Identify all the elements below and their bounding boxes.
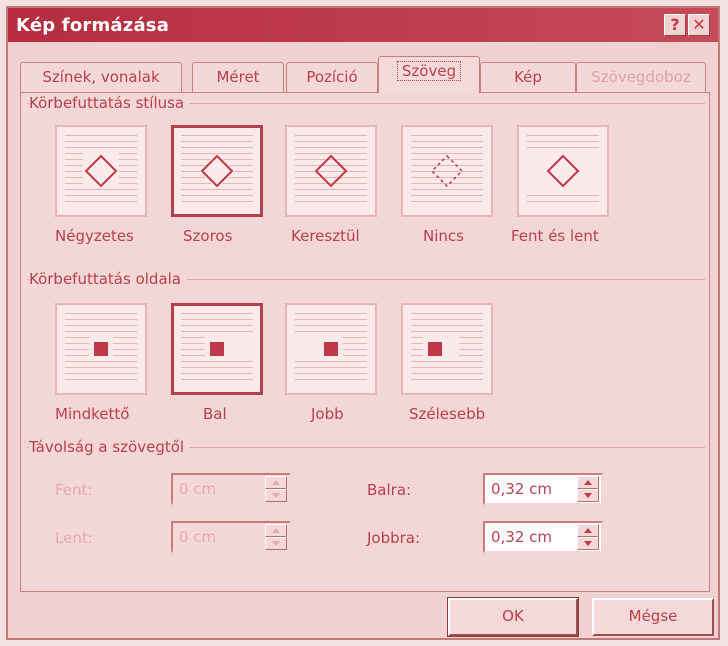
title-bar: Kép formázása ? ✕ (8, 8, 718, 42)
tab-size[interactable]: Méret (192, 62, 284, 92)
wrap-tight-icon (199, 153, 235, 189)
distance-right-value[interactable]: 0,32 cm (491, 528, 552, 546)
wrap-top-bottom-icon (527, 151, 599, 191)
ok-button[interactable]: OK (447, 597, 579, 637)
distance-top-value: 0 cm (179, 480, 217, 498)
close-button[interactable]: ✕ (688, 14, 710, 36)
distance-left-label: Balra: (367, 481, 412, 499)
distance-left-spinner[interactable]: 0,32 cm (483, 473, 603, 505)
wrap-right-icon (295, 337, 343, 361)
distance-right-down-arrow-icon[interactable] (577, 537, 599, 550)
format-picture-dialog: Kép formázása ? ✕ Színek, vonalak Méret … (6, 6, 720, 640)
tab-colors-lines[interactable]: Színek, vonalak (20, 62, 182, 92)
distance-right-up-arrow-icon[interactable] (577, 524, 599, 537)
distance-bottom-label: Lent: (55, 529, 93, 547)
wrap-style-square[interactable] (55, 125, 147, 217)
tab-text-wrapping[interactable]: Szöveg (378, 56, 480, 93)
wrap-side-left-label: Bal (203, 405, 227, 423)
distance-bottom-value: 0 cm (179, 528, 217, 546)
wrap-side-left[interactable] (171, 303, 263, 395)
distance-bottom-spinner: 0 cm (171, 521, 291, 553)
distance-left-down-arrow-icon[interactable] (577, 489, 599, 502)
tab-text-wrapping-label: Szöveg (396, 61, 462, 81)
wrap-style-none[interactable] (401, 125, 493, 217)
wrap-square-icon (83, 153, 119, 189)
wrap-side-heading: Körbefuttatás oldala (29, 270, 187, 288)
help-button[interactable]: ? (664, 14, 686, 36)
wrap-style-heading: Körbefuttatás stílusa (29, 94, 191, 112)
wrap-style-top-bottom-label: Fent és lent (511, 227, 599, 245)
wrap-style-top-bottom[interactable] (517, 125, 609, 217)
tab-position[interactable]: Pozíció (286, 62, 378, 92)
distance-left-value[interactable]: 0,32 cm (491, 480, 552, 498)
wrap-side-largest[interactable] (401, 303, 493, 395)
wrap-side-right[interactable] (285, 303, 377, 395)
tab-bar: Színek, vonalak Méret Pozíció Szöveg Kép… (20, 56, 710, 93)
wrap-side-largest-label: Szélesebb (409, 405, 486, 423)
distance-top-up-arrow-icon (265, 476, 287, 489)
distance-left-up-arrow-icon[interactable] (577, 476, 599, 489)
tab-picture[interactable]: Kép (480, 62, 576, 92)
distance-top-label: Fent: (55, 481, 93, 499)
wrap-both-sides-icon (89, 337, 113, 361)
wrap-left-icon (205, 337, 253, 361)
wrap-through-icon (314, 154, 348, 188)
wrap-side-both[interactable] (55, 303, 147, 395)
wrap-side-both-label: Mindkettő (55, 405, 130, 423)
wrap-style-square-label: Négyzetes (55, 227, 134, 245)
wrap-side-right-label: Jobb (311, 405, 344, 423)
distance-bottom-up-arrow-icon (265, 524, 287, 537)
tab-text-box: Szövegdoboz (576, 62, 706, 92)
distance-top-down-arrow-icon (265, 489, 287, 502)
distance-bottom-down-arrow-icon (265, 537, 287, 550)
wrap-style-through-label: Keresztül (291, 227, 360, 245)
dialog-title: Kép formázása (16, 14, 170, 36)
text-wrapping-panel: Körbefuttatás stílusa Négyzetes Szoros K… (20, 92, 710, 592)
wrap-none-icon (430, 154, 464, 188)
wrap-style-through[interactable] (285, 125, 377, 217)
wrap-largest-side-icon (423, 337, 459, 361)
wrap-style-none-label: Nincs (423, 227, 464, 245)
distance-heading: Távolság a szövegtől (29, 438, 191, 456)
distance-right-spinner[interactable]: 0,32 cm (483, 521, 603, 553)
distance-right-label: Jobbra: (367, 529, 421, 547)
distance-top-spinner: 0 cm (171, 473, 291, 505)
wrap-style-tight-label: Szoros (183, 227, 233, 245)
wrap-style-tight[interactable] (171, 125, 263, 217)
cancel-button[interactable]: Mégse (592, 598, 714, 636)
